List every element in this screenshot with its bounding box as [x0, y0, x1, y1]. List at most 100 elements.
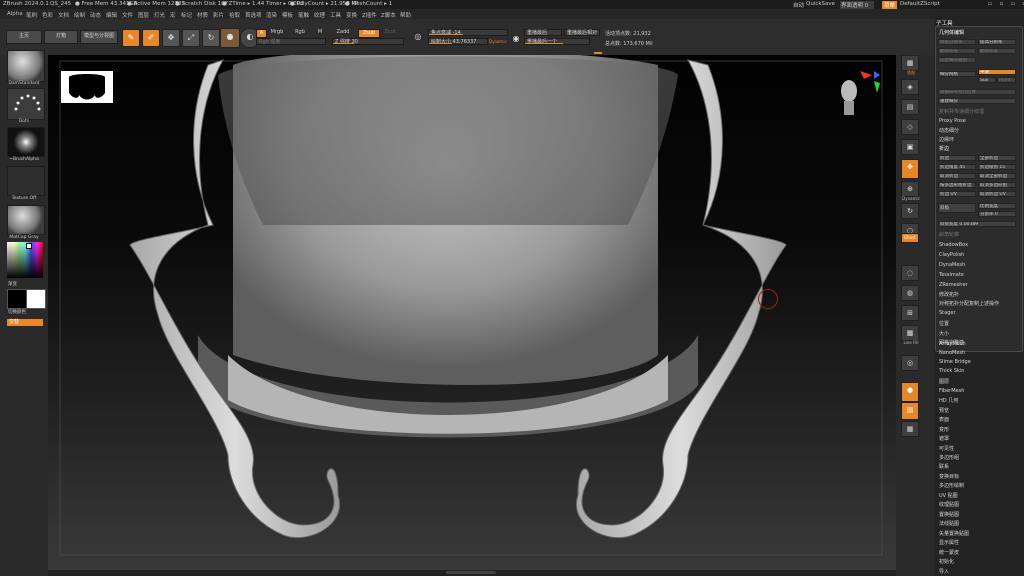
quicksave-button[interactable]: QuickSave: [806, 1, 835, 7]
menu-item[interactable]: 绘制: [74, 11, 85, 19]
subtool-list-item[interactable]: UV 贴图: [939, 492, 958, 499]
menu-item[interactable]: 标记: [181, 11, 192, 19]
subtool-list-item[interactable]: 统一蒙皮: [939, 549, 959, 556]
alternate-button[interactable]: 交替: [7, 319, 43, 326]
stager-item[interactable]: Stager: [939, 310, 956, 316]
navigation-gizmo[interactable]: [824, 69, 882, 121]
subtool-list-item[interactable]: Thick Skin: [939, 368, 964, 374]
reconstruct-button[interactable]: 重建细分: [938, 98, 1016, 104]
menu-item[interactable]: 模板: [282, 11, 293, 19]
menu-item[interactable]: 影片: [213, 11, 224, 19]
secondary-color-swatch[interactable]: [26, 289, 46, 309]
edge-loop-item[interactable]: 边缘环: [939, 136, 954, 143]
tessimate-item[interactable]: Tessimate: [939, 272, 964, 278]
scale-icon[interactable]: ⤢: [182, 29, 200, 47]
ghost-toggle[interactable]: Ghost: [901, 233, 919, 243]
menu-item[interactable]: 图层: [138, 11, 149, 19]
zsub-toggle[interactable]: Zsub: [358, 29, 380, 38]
subtool-list-item[interactable]: 图层: [939, 378, 949, 385]
panel-title[interactable]: 几何体编辑: [939, 29, 964, 36]
crease-section[interactable]: 折边: [939, 145, 949, 152]
menu-item[interactable]: 动态: [90, 11, 101, 19]
move-view-icon[interactable]: ✥: [901, 159, 919, 179]
dynamic-toggle[interactable]: Dynamic: [489, 39, 507, 44]
subtool-list-item[interactable]: 表面: [939, 416, 949, 423]
grid-shelf-icon[interactable]: ▦: [901, 421, 919, 437]
alpha-thumbnail[interactable]: [7, 127, 45, 157]
brush-thumbnail[interactable]: [7, 50, 45, 82]
transparency-slider[interactable]: 界面透明 0: [840, 1, 875, 9]
higher-res-button[interactable]: 提高分辨率: [978, 39, 1016, 45]
m-toggle[interactable]: M: [315, 29, 325, 36]
menu-item[interactable]: 色彩: [42, 11, 53, 19]
menu-item[interactable]: 渲染: [266, 11, 277, 19]
dynamesh-item[interactable]: DynaMesh: [939, 262, 965, 268]
uncrease-all-button[interactable]: 取消全部折边: [978, 173, 1016, 179]
spotlight-button[interactable]: 模型与分裂图: [80, 30, 118, 44]
window-controls[interactable]: ▫ ▫ ▫ ▫ ✕: [988, 1, 1024, 7]
subtool-list-item[interactable]: 变换目标: [939, 473, 959, 480]
uncrease-uv-button[interactable]: 取消折边 UV: [978, 191, 1016, 197]
subtool-list-item[interactable]: FiberMesh: [939, 388, 964, 394]
bevel-width-slider[interactable]: 斜角宽度 0.00389: [938, 221, 1016, 227]
move-icon[interactable]: ✥: [162, 29, 180, 47]
subtool-list-item[interactable]: 多边形组: [939, 454, 959, 461]
stroke-thumbnail[interactable]: [7, 88, 45, 120]
transp-icon[interactable]: ◌: [901, 265, 919, 281]
modify-topo-item[interactable]: 修改拓扑: [939, 291, 959, 298]
texture-thumbnail[interactable]: [7, 166, 45, 196]
lightbox-button[interactable]: 灯箱: [44, 30, 78, 44]
crease-pg-button[interactable]: 按多边形组折边: [938, 182, 976, 188]
home-button[interactable]: 主页: [6, 30, 42, 44]
suv-toggle[interactable]: Suv: [978, 77, 996, 83]
uncrease-pg-button[interactable]: 取消多边形组: [978, 182, 1016, 188]
subtool-list-item[interactable]: 矢量置换贴图: [939, 530, 969, 537]
freeze-button[interactable]: 冻结细分级别: [938, 57, 976, 63]
linefill-icon[interactable]: ▩: [901, 325, 919, 341]
bevel-profile-item[interactable]: 斜角轮廓: [939, 231, 959, 238]
convert-bpr-button[interactable]: 转换BPR为几何体: [938, 89, 1016, 95]
claypolish-item[interactable]: ClayPolish: [939, 252, 964, 258]
material-thumbnail[interactable]: [7, 205, 45, 235]
a-toggle[interactable]: A: [256, 29, 267, 38]
menu-item[interactable]: 笔触: [298, 11, 309, 19]
menu-item[interactable]: 变换: [346, 11, 357, 19]
menu-item[interactable]: Alpha: [7, 11, 23, 17]
divide-button[interactable]: 细分网格: [938, 71, 976, 77]
focal-shift-slider[interactable]: 焦点衰减 -14: [428, 29, 508, 36]
floor-icon[interactable]: ▤: [901, 99, 919, 115]
swap-color-label[interactable]: 切换颜色: [8, 309, 52, 315]
subtool-list-item[interactable]: 导入: [939, 568, 949, 575]
size-item[interactable]: 大小: [939, 330, 949, 337]
crease-all-button[interactable]: 全部折边: [978, 155, 1016, 161]
subtool-list-item[interactable]: 法线贴图: [939, 520, 959, 527]
zadd-toggle[interactable]: Zadd: [333, 29, 353, 36]
material-icon[interactable]: ●: [220, 28, 240, 48]
menu-item[interactable]: 材质: [197, 11, 208, 19]
canvas-viewport[interactable]: [48, 55, 896, 570]
subtool-list-item[interactable]: 显示属性: [939, 539, 959, 546]
subtool-list-item[interactable]: Slime Bridge: [939, 359, 971, 365]
subtool-list-item[interactable]: 联系: [939, 463, 949, 470]
draw-icon[interactable]: ✐: [142, 29, 160, 47]
crease-level-slider[interactable]: 折边级别 15: [978, 164, 1016, 170]
subtool-list-item[interactable]: NanoMesh: [939, 350, 965, 356]
uncrease-button[interactable]: 取消折边: [938, 173, 976, 179]
replay-last-button[interactable]: 重播最后: [524, 29, 562, 36]
bevel-ratio-toggle[interactable]: 比例宽度: [978, 203, 1016, 209]
menu-item[interactable]: 文件: [122, 11, 133, 19]
lower-res-button[interactable]: 降低分辨率: [938, 39, 976, 45]
material-shelf-icon[interactable]: ●: [901, 382, 919, 402]
edit-icon[interactable]: ✎: [122, 29, 140, 47]
menu-item[interactable]: 文档: [58, 11, 69, 19]
bpr-render-icon[interactable]: ◎: [901, 355, 919, 371]
crease-angle-slider[interactable]: 折边角度 45: [938, 164, 976, 170]
subtool-list-item[interactable]: 多边形绘制: [939, 482, 964, 489]
subtool-list-item[interactable]: 预览: [939, 407, 949, 414]
del-lower-button[interactable]: 删除较低: [938, 48, 976, 54]
zcut-toggle[interactable]: Zcut: [382, 29, 398, 36]
menu-item[interactable]: 宏: [170, 11, 176, 19]
menu-item[interactable]: Z脚本: [381, 11, 396, 19]
copy-subd-button[interactable]: 复制并传递细分纹理: [939, 108, 984, 115]
local-icon[interactable]: ◇: [901, 119, 919, 135]
